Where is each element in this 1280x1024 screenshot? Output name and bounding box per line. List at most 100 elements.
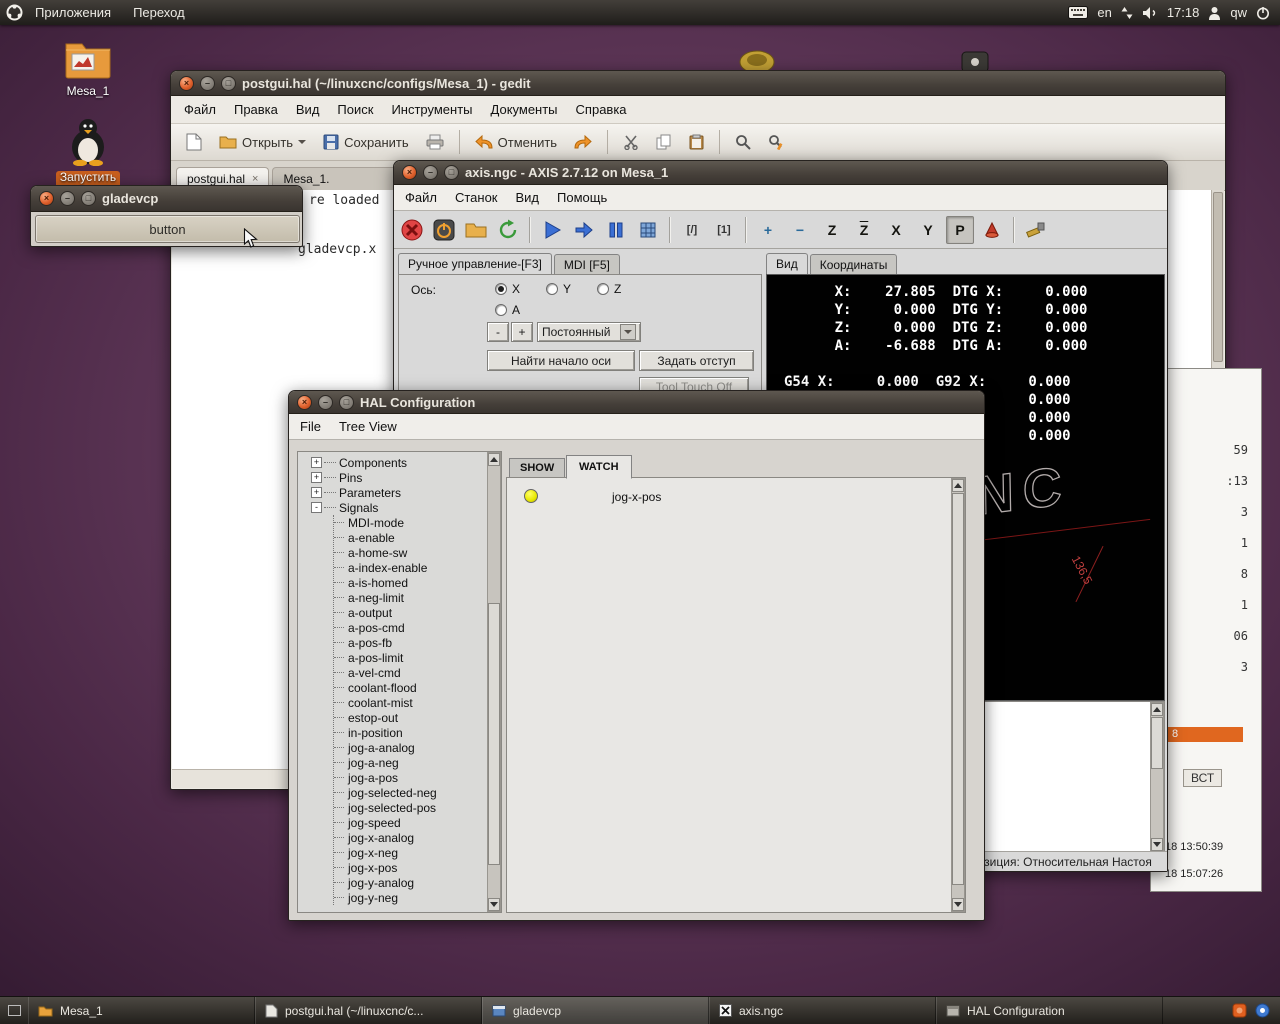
- tree-expander[interactable]: -: [311, 502, 322, 513]
- tree-item[interactable]: a-pos-limit: [334, 650, 501, 665]
- tree-item[interactable]: jog-x-neg: [334, 845, 501, 860]
- scrollbar-thumb[interactable]: [1151, 717, 1163, 769]
- radio-axis-a[interactable]: A: [495, 303, 520, 317]
- axis-titlebar[interactable]: × – □ axis.ngc - AXIS 2.7.12 on Mesa_1: [394, 161, 1167, 185]
- show-desktop-button[interactable]: [0, 997, 28, 1024]
- menu-item[interactable]: File: [291, 416, 330, 437]
- scroll-up-arrow[interactable]: [488, 453, 500, 466]
- tree-expander[interactable]: +: [311, 487, 322, 498]
- menu-item[interactable]: Инструменты: [382, 98, 481, 121]
- zoom-out-icon[interactable]: −: [786, 216, 814, 244]
- scroll-up-arrow[interactable]: [952, 479, 964, 492]
- menu-item[interactable]: Файл: [175, 98, 225, 121]
- radio-axis-z[interactable]: Z: [597, 282, 621, 296]
- tree-item[interactable]: jog-a-neg: [334, 755, 501, 770]
- minimize-button[interactable]: –: [318, 395, 333, 410]
- scroll-down-arrow[interactable]: [952, 898, 964, 911]
- view-z2-button[interactable]: Z: [850, 216, 878, 244]
- applications-menu[interactable]: Приложения: [25, 1, 121, 24]
- tree-root-item[interactable]: + Pins: [311, 470, 501, 485]
- cut-button[interactable]: [616, 131, 646, 153]
- tree-item[interactable]: coolant-mist: [334, 695, 501, 710]
- user-name-indicator[interactable]: qw: [1230, 5, 1247, 20]
- menu-item[interactable]: Документы: [482, 98, 567, 121]
- scroll-down-arrow[interactable]: [488, 898, 500, 911]
- jog-minus-button[interactable]: -: [487, 322, 509, 342]
- tree-item[interactable]: a-neg-limit: [334, 590, 501, 605]
- view-z-button[interactable]: Z: [818, 216, 846, 244]
- tree-item[interactable]: in-position: [334, 725, 501, 740]
- pause-icon[interactable]: [602, 216, 630, 244]
- tree-item[interactable]: coolant-flood: [334, 680, 501, 695]
- minimize-button[interactable]: –: [60, 191, 75, 206]
- new-document-button[interactable]: [179, 130, 209, 154]
- tab-watch[interactable]: WATCH: [566, 455, 632, 479]
- network-activity-icon[interactable]: [1121, 6, 1133, 20]
- menu-item[interactable]: Вид: [287, 98, 329, 121]
- optional-stop-toggle[interactable]: [1]: [710, 216, 738, 244]
- block-delete-toggle[interactable]: [/]: [678, 216, 706, 244]
- minimize-button[interactable]: –: [200, 76, 215, 91]
- jog-plus-button[interactable]: +: [511, 322, 533, 342]
- tree-item[interactable]: a-vel-cmd: [334, 665, 501, 680]
- open-file-icon[interactable]: [462, 216, 490, 244]
- taskbar-item-gladevcp[interactable]: gladevcp: [482, 997, 709, 1024]
- tray-icon-blue[interactable]: [1255, 1003, 1270, 1018]
- menu-item[interactable]: Справка: [567, 98, 636, 121]
- view-x-button[interactable]: X: [882, 216, 910, 244]
- machine-power-icon[interactable]: [430, 216, 458, 244]
- close-button[interactable]: ×: [297, 395, 312, 410]
- jog-mode-select[interactable]: Постоянный: [537, 322, 641, 342]
- desktop-icon-mesa1[interactable]: Mesa_1: [56, 38, 120, 98]
- scroll-down-arrow[interactable]: [1151, 838, 1163, 851]
- maximize-button[interactable]: □: [444, 165, 459, 180]
- minimize-button[interactable]: –: [423, 165, 438, 180]
- close-button[interactable]: ×: [39, 191, 54, 206]
- tab-dro[interactable]: Координаты: [810, 254, 898, 275]
- scrollbar-thumb[interactable]: [952, 493, 964, 885]
- taskbar-item-halconfig[interactable]: HAL Configuration: [936, 997, 1163, 1024]
- close-button[interactable]: ×: [179, 76, 194, 91]
- save-button[interactable]: Сохранить: [316, 131, 416, 153]
- view-perspective-button[interactable]: P: [946, 216, 974, 244]
- find-button[interactable]: [728, 131, 758, 153]
- places-menu[interactable]: Переход: [123, 1, 195, 24]
- tree-item[interactable]: a-enable: [334, 530, 501, 545]
- tree-item[interactable]: estop-out: [334, 710, 501, 725]
- tree-item[interactable]: jog-x-pos: [334, 860, 501, 875]
- hal-tree-panel[interactable]: + Components + Pins + Parameters - Signa…: [297, 451, 502, 913]
- step-icon[interactable]: [570, 216, 598, 244]
- tree-item[interactable]: a-home-sw: [334, 545, 501, 560]
- clock-indicator[interactable]: 17:18: [1167, 5, 1200, 20]
- tree-item[interactable]: jog-y-analog: [334, 875, 501, 890]
- tree-item[interactable]: a-pos-fb: [334, 635, 501, 650]
- tree-root-item[interactable]: + Parameters: [311, 485, 501, 500]
- tree-expander[interactable]: +: [311, 457, 322, 468]
- tree-expander[interactable]: +: [311, 472, 322, 483]
- program-scrollbar[interactable]: [1150, 702, 1164, 852]
- zoom-in-icon[interactable]: +: [754, 216, 782, 244]
- watch-panel[interactable]: jog-x-pos: [506, 477, 966, 913]
- maximize-button[interactable]: □: [221, 76, 236, 91]
- hal-titlebar[interactable]: × – □ HAL Configuration: [289, 391, 984, 414]
- taskbar-item-axis[interactable]: axis.ngc: [709, 997, 936, 1024]
- user-icon[interactable]: [1208, 6, 1221, 20]
- tree-scrollbar[interactable]: [487, 452, 501, 912]
- radio-axis-x[interactable]: X: [495, 282, 520, 296]
- tree-item[interactable]: jog-selected-pos: [334, 800, 501, 815]
- tab-close-icon[interactable]: ×: [252, 173, 258, 185]
- rotate-view-icon[interactable]: [978, 216, 1006, 244]
- menu-item[interactable]: Станок: [446, 187, 507, 208]
- tree-item[interactable]: a-output: [334, 605, 501, 620]
- keyboard-layout-indicator[interactable]: en: [1097, 5, 1111, 20]
- distributor-logo-icon[interactable]: [6, 4, 23, 21]
- tree-item[interactable]: a-is-homed: [334, 575, 501, 590]
- copy-button[interactable]: [649, 131, 679, 153]
- clear-plot-icon[interactable]: [1022, 216, 1050, 244]
- menu-item[interactable]: Правка: [225, 98, 287, 121]
- redo-button[interactable]: [567, 132, 599, 153]
- tray-icon-orange[interactable]: [1232, 1003, 1247, 1018]
- tree-item[interactable]: a-pos-cmd: [334, 620, 501, 635]
- tree-item[interactable]: a-index-enable: [334, 560, 501, 575]
- menu-item[interactable]: Файл: [396, 187, 446, 208]
